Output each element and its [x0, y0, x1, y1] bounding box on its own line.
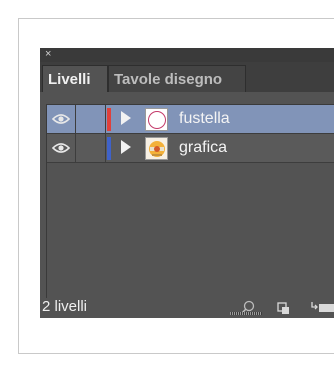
circle-thumbnail-icon: [147, 110, 166, 129]
layer-count: 2 livelli: [42, 298, 88, 315]
panel-status-bar: 2 livelli: [40, 298, 334, 318]
locate-object-button[interactable]: [240, 298, 256, 318]
tab-artboards[interactable]: Tavole disegno: [108, 65, 246, 92]
expand-arrow-icon[interactable]: [121, 140, 131, 154]
label-artwork-thumbnail-icon: [148, 140, 165, 157]
close-icon[interactable]: ×: [45, 48, 51, 61]
create-sublayer-button[interactable]: [310, 298, 334, 318]
layer-name: fustella: [179, 110, 230, 127]
panel-title-bar: ×: [40, 48, 334, 62]
layer-color-swatch: [107, 137, 111, 160]
layer-name: grafica: [179, 139, 228, 156]
layers-panel: × Livelli Tavole disegno fustella grafic…: [40, 48, 334, 318]
panel-tab-bar: Livelli Tavole disegno: [40, 62, 334, 92]
resize-grip[interactable]: [230, 312, 262, 315]
lock-toggle[interactable]: [76, 134, 106, 162]
layer-color-swatch: [107, 108, 111, 131]
create-sublayer-icon: [311, 302, 334, 312]
layers-list: fustella grafica: [46, 104, 334, 299]
eye-icon: [52, 143, 70, 153]
layer-thumbnail: [145, 108, 168, 131]
clipping-mask-icon: [277, 302, 289, 314]
tab-layers[interactable]: Livelli: [42, 65, 108, 92]
visibility-toggle[interactable]: [47, 105, 76, 133]
clipping-mask-button[interactable]: [276, 298, 292, 318]
layer-thumbnail: [145, 137, 168, 160]
visibility-toggle[interactable]: [47, 134, 76, 162]
lock-toggle[interactable]: [76, 105, 106, 133]
expand-arrow-icon[interactable]: [121, 111, 131, 125]
layer-row-grafica[interactable]: grafica: [47, 134, 334, 163]
search-icon: [241, 300, 255, 314]
eye-icon: [52, 114, 70, 124]
layer-row-fustella[interactable]: fustella: [47, 105, 334, 134]
